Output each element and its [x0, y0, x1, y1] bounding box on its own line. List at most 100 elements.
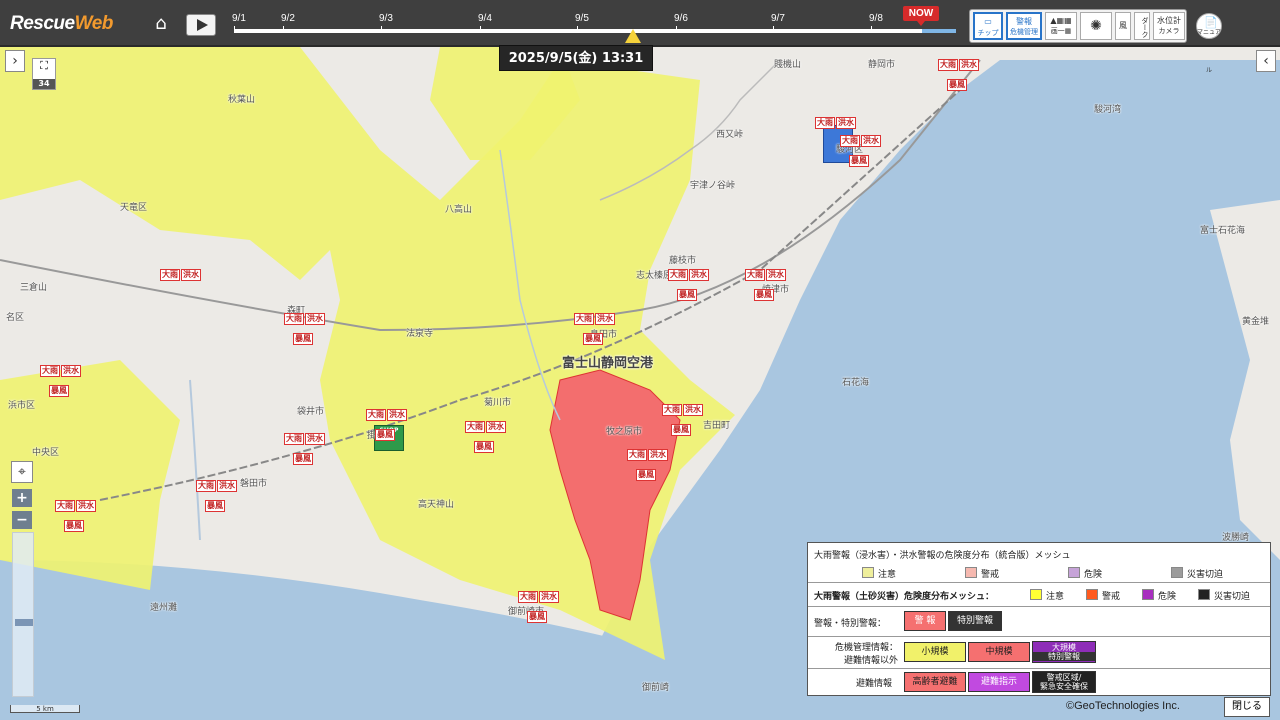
warning-badge-label: 大雨	[160, 269, 180, 281]
wind-button[interactable]: 風	[1115, 12, 1131, 40]
legend-crisis-large-sub: 特別警報	[1033, 652, 1095, 661]
warning-badge[interactable]: 大雨 洪水 暴風	[574, 306, 616, 345]
warning-badge-label: 大雨	[465, 421, 485, 433]
place-label: 賤機山	[774, 60, 802, 70]
place-label: 八高山	[445, 205, 473, 215]
close-button[interactable]: 閉じる	[1224, 697, 1270, 717]
warning-badge[interactable]: 大雨 洪水 暴風	[518, 584, 560, 623]
timeline-marker[interactable]	[625, 29, 641, 43]
legend-warning-row: 警報・特別警報： 警 報 特別警報	[808, 607, 1270, 637]
timeline-tick-label[interactable]: 9/6	[674, 13, 688, 24]
warning-badge[interactable]: 大雨 洪水 暴風	[284, 426, 326, 465]
app-logo[interactable]: RescueWeb	[10, 13, 113, 35]
right-panel-toggle[interactable]: ‹	[1256, 50, 1276, 72]
legend-evac-title: 避難情報	[856, 679, 893, 689]
warning-badge-label: 洪水	[683, 404, 703, 416]
camera-label: カメラ	[1158, 27, 1180, 35]
play-button[interactable]	[186, 14, 216, 36]
zoom-in-button[interactable]: +	[12, 489, 32, 507]
timeline-track[interactable]	[234, 29, 922, 33]
legend-swatch-label: 注意	[878, 570, 897, 580]
warning-badge-label: 大雨	[840, 135, 860, 147]
warning-badge-row: 暴風	[40, 378, 82, 397]
manual-button[interactable]: マニュアル	[1196, 13, 1222, 74]
dark-button[interactable]: ダーク	[1134, 12, 1150, 40]
legend-flood-row: 大雨警報（浸水害）・洪水警報の危険度分布（統合版）メッシュ 注意 警戒 危険 災害切迫	[808, 543, 1270, 583]
home-icon[interactable]: ⌂	[150, 13, 172, 35]
warning-badge[interactable]: 大雨 洪水 暴風	[465, 414, 507, 453]
zoom-out-button[interactable]: −	[12, 511, 32, 529]
logo-text: Rescue	[10, 13, 75, 34]
storm-badge-label: 暴風	[375, 429, 395, 441]
timeline-tick-label[interactable]: 9/1	[232, 13, 246, 24]
warning-badge-row: 暴風	[574, 326, 616, 345]
place-label: 御前崎	[642, 683, 670, 693]
warning-badge-label: 洪水	[305, 313, 325, 325]
now-button[interactable]: NOW	[903, 6, 939, 26]
warning-badge[interactable]: 大雨 洪水暴風	[840, 128, 882, 167]
left-panel-toggle[interactable]: ›	[5, 50, 25, 72]
warning-badge[interactable]: 大雨 洪水 暴風	[55, 493, 97, 532]
place-label: 志太榛原	[636, 271, 673, 281]
warning-badge-row: 暴風	[518, 604, 560, 623]
warning-badge-label: 大雨	[518, 591, 538, 603]
legend-evac-order: 避難指示	[968, 672, 1030, 692]
warning-badge[interactable]: 大雨 洪水 暴風	[662, 397, 704, 436]
warning-badge[interactable]: 大雨 洪水 暴風	[938, 52, 980, 91]
storm-badge-label: 暴風	[849, 155, 869, 167]
mesh-button[interactable]: ▲▦▦ 画一▦	[1045, 12, 1077, 40]
warning-badge-label: 大雨	[815, 117, 835, 129]
layer-count-button[interactable]: ⛶ 34	[32, 58, 56, 90]
warning-badge-label: 大雨	[55, 500, 75, 512]
warning-badge-label: 大雨	[284, 433, 304, 445]
timeline-tick-label[interactable]: 9/4	[478, 13, 492, 24]
timeline-tick-label[interactable]: 9/3	[379, 13, 393, 24]
chip-button[interactable]: ▭ チップ	[973, 12, 1003, 40]
timeline-tick-label[interactable]: 9/8	[869, 13, 883, 24]
logo-text-web: Web	[74, 13, 114, 34]
storm-badge-label: 暴風	[636, 469, 656, 481]
warning-badge[interactable]: 大雨 洪水 暴風	[745, 262, 787, 301]
place-label: 石花海	[842, 378, 870, 388]
storm-badge-label: 暴風	[671, 424, 691, 436]
alert-button[interactable]: 警報 危機管理	[1006, 12, 1042, 40]
warning-badge[interactable]: 大雨 洪水	[160, 262, 202, 281]
place-label: 三倉山	[20, 283, 48, 293]
storm-badge-label: 暴風	[754, 289, 774, 301]
timeline-forecast[interactable]	[922, 29, 956, 33]
timeline-tick-label[interactable]: 9/2	[281, 13, 295, 24]
legend-swatch	[1030, 589, 1042, 600]
warning-badge-row: 暴風	[465, 434, 507, 453]
legend-warning-pill: 警 報	[904, 611, 946, 631]
storm-badge-label: 暴風	[527, 611, 547, 623]
warning-badge[interactable]: 大雨 洪水 暴風	[284, 306, 326, 345]
warning-badge[interactable]: 大雨 洪水 暴風	[627, 442, 669, 481]
water-camera-button[interactable]: 水位計 カメラ	[1153, 12, 1185, 40]
zoom-slider-thumb[interactable]	[15, 619, 33, 626]
timeline-tick-label[interactable]: 9/5	[575, 13, 589, 24]
mesh-sub-label: 画一▦	[1050, 27, 1072, 35]
warning-badge-label: 洪水	[595, 313, 615, 325]
zoom-slider[interactable]	[12, 532, 34, 697]
warning-badge[interactable]: 大雨 洪水	[815, 110, 857, 129]
place-label: 駿河湾	[1094, 105, 1122, 115]
place-label: 牧之原市	[606, 427, 643, 437]
timeline-tick-label[interactable]: 9/7	[771, 13, 785, 24]
warning-badge[interactable]: 大雨 洪水 暴風	[40, 358, 82, 397]
place-label: 静岡市	[868, 60, 896, 70]
warning-badge-label: 大雨	[40, 365, 60, 377]
radar-button[interactable]: ✺	[1080, 12, 1112, 40]
legend-crisis-medium: 中規模	[968, 642, 1030, 662]
legend-evac-row: 避難情報 高齢者避難 避難指示 警戒区域/緊急安全確保	[808, 669, 1270, 695]
place-label: 富士石花海	[1200, 226, 1246, 236]
place-label: 遠州灘	[150, 603, 178, 613]
warning-badge-label: 洪水	[861, 135, 881, 147]
location-button[interactable]: ⌖	[11, 461, 33, 483]
warning-badge[interactable]: 大雨 洪水 暴風	[366, 402, 408, 441]
timeline-tick-mark	[676, 26, 677, 32]
warning-badge[interactable]: 大雨 洪水 暴風	[668, 262, 710, 301]
warning-badge-row: 暴風	[668, 282, 710, 301]
warning-badge-label: 洪水	[61, 365, 81, 377]
warning-badge[interactable]: 大雨 洪水 暴風	[196, 473, 238, 512]
warning-badge-label: 洪水	[766, 269, 786, 281]
